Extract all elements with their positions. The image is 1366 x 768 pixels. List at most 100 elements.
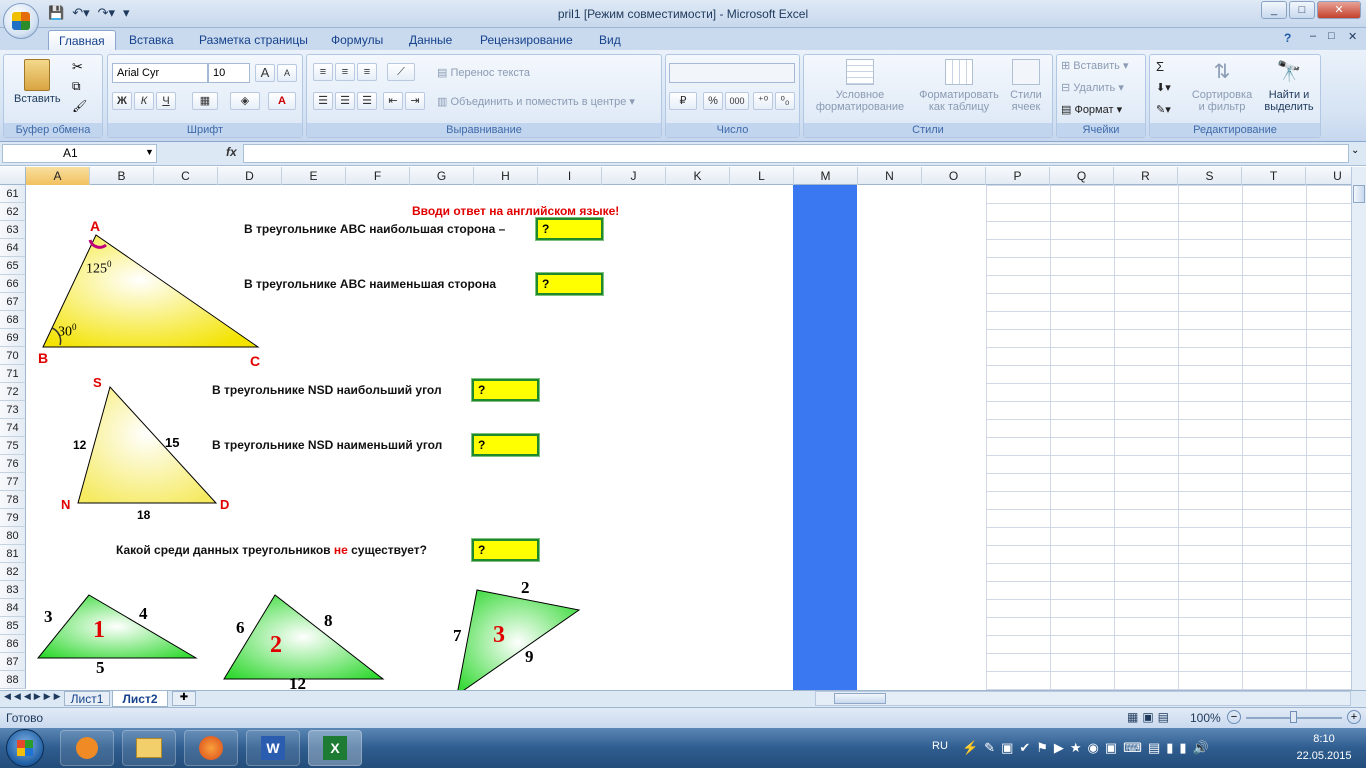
font-color-icon[interactable]: A <box>268 92 296 110</box>
align-middle-icon[interactable]: ≡ <box>335 63 355 81</box>
start-button[interactable] <box>6 729 44 767</box>
row-header-64[interactable]: 64 <box>0 239 26 257</box>
orientation-icon[interactable]: ⟋ <box>387 63 415 81</box>
row-header-84[interactable]: 84 <box>0 599 26 617</box>
grow-font-button[interactable]: A <box>255 64 275 82</box>
expand-formula-icon[interactable]: ⌄ <box>1351 145 1359 156</box>
clock-date[interactable]: 22.05.2015 <box>1288 750 1360 762</box>
column-header-i[interactable]: I <box>538 167 602 185</box>
tab-data[interactable]: Данные <box>399 30 462 50</box>
horizontal-scrollbar[interactable] <box>815 691 1351 706</box>
conditional-formatting-button[interactable]: Условное форматирование <box>808 59 912 113</box>
merge-center-button[interactable]: ▥ Объединить и поместить в центре ▾ <box>437 95 635 108</box>
view-buttons-icon[interactable]: ▦▣▤ <box>1127 710 1173 724</box>
font-size-select[interactable]: 10 <box>208 63 250 83</box>
row-header-86[interactable]: 86 <box>0 635 26 653</box>
zoom-in-icon[interactable]: + <box>1347 710 1361 724</box>
zoom-level[interactable]: 100% <box>1190 711 1221 725</box>
row-header-72[interactable]: 72 <box>0 383 26 401</box>
underline-button[interactable]: Ч <box>156 92 176 110</box>
column-header-b[interactable]: B <box>90 167 154 185</box>
row-header-70[interactable]: 70 <box>0 347 26 365</box>
taskbar-firefox[interactable] <box>184 730 238 766</box>
column-header-h[interactable]: H <box>474 167 538 185</box>
hscroll-thumb[interactable] <box>834 693 886 704</box>
formula-input[interactable] <box>243 144 1349 163</box>
tab-view[interactable]: Вид <box>589 30 631 50</box>
row-header-80[interactable]: 80 <box>0 527 26 545</box>
fill-color-icon[interactable]: ◈ <box>230 92 260 110</box>
row-header-71[interactable]: 71 <box>0 365 26 383</box>
align-left-icon[interactable]: ☰ <box>313 92 333 110</box>
insert-cells-button[interactable]: ⊞ Вставить ▾ <box>1061 59 1129 72</box>
taskbar-explorer[interactable] <box>122 730 176 766</box>
row-header-78[interactable]: 78 <box>0 491 26 509</box>
row-header-69[interactable]: 69 <box>0 329 26 347</box>
currency-icon[interactable]: ₽ <box>669 92 697 110</box>
decrease-indent-icon[interactable]: ⇤ <box>383 92 403 110</box>
maximize-button[interactable]: □ <box>1289 1 1315 19</box>
vertical-scrollbar[interactable] <box>1351 167 1366 690</box>
column-header-l[interactable]: L <box>730 167 794 185</box>
row-header-63[interactable]: 63 <box>0 221 26 239</box>
tray-icons[interactable]: ⚡✎▣✔⚑▶★◉▣⌨▤▮▮🔊 <box>962 740 1215 756</box>
taskbar-media-player[interactable] <box>60 730 114 766</box>
doc-close-button[interactable]: ✕ <box>1348 30 1357 43</box>
column-header-m[interactable]: M <box>794 167 858 185</box>
copy-icon[interactable]: ⧉ <box>72 79 81 94</box>
row-header-87[interactable]: 87 <box>0 653 26 671</box>
row-header-67[interactable]: 67 <box>0 293 26 311</box>
paste-button[interactable]: Вставить <box>14 57 61 105</box>
row-header-73[interactable]: 73 <box>0 401 26 419</box>
tab-insert[interactable]: Вставка <box>119 30 184 50</box>
insert-sheet-icon[interactable]: ✚ <box>172 691 196 706</box>
name-box[interactable]: A1 <box>2 144 157 163</box>
column-header-f[interactable]: F <box>346 167 410 185</box>
column-header-r[interactable]: R <box>1114 167 1178 185</box>
delete-cells-button[interactable]: ⊟ Удалить ▾ <box>1061 81 1124 94</box>
office-button[interactable] <box>3 3 39 39</box>
close-button[interactable]: ✕ <box>1317 1 1361 19</box>
thousands-button[interactable]: 000 <box>725 92 749 110</box>
column-header-p[interactable]: P <box>986 167 1050 185</box>
tab-review[interactable]: Рецензирование <box>470 30 583 50</box>
row-header-75[interactable]: 75 <box>0 437 26 455</box>
row-header-61[interactable]: 61 <box>0 185 26 203</box>
row-header-68[interactable]: 68 <box>0 311 26 329</box>
align-right-icon[interactable]: ☰ <box>357 92 377 110</box>
format-as-table-button[interactable]: Форматировать как таблицу <box>914 59 1004 113</box>
format-cells-button[interactable]: ▤ Формат ▾ <box>1061 103 1122 116</box>
column-header-e[interactable]: E <box>282 167 346 185</box>
vscroll-thumb[interactable] <box>1353 185 1365 203</box>
minimize-button[interactable]: _ <box>1261 1 1287 19</box>
sheet-tab-2[interactable]: Лист2 <box>112 690 168 707</box>
tab-home[interactable]: Главная <box>48 30 116 50</box>
clear-icon[interactable]: ✎▾ <box>1156 103 1171 116</box>
column-header-o[interactable]: O <box>922 167 986 185</box>
zoom-out-icon[interactable]: − <box>1227 710 1241 724</box>
row-header-77[interactable]: 77 <box>0 473 26 491</box>
row-header-65[interactable]: 65 <box>0 257 26 275</box>
sheet-tab-1[interactable]: Лист1 <box>64 691 110 706</box>
column-header-j[interactable]: J <box>602 167 666 185</box>
doc-minimize-button[interactable]: – <box>1310 30 1316 42</box>
name-box-dropdown-icon[interactable]: ▼ <box>145 147 154 157</box>
align-top-icon[interactable]: ≡ <box>313 63 333 81</box>
percent-button[interactable]: % <box>703 92 723 110</box>
tab-formulas[interactable]: Формулы <box>321 30 393 50</box>
cell-styles-button[interactable]: Стили ячеек <box>1004 59 1048 113</box>
format-painter-icon[interactable]: 🖌 <box>72 99 87 113</box>
row-header-85[interactable]: 85 <box>0 617 26 635</box>
function-button[interactable]: fx <box>226 145 237 159</box>
column-header-g[interactable]: G <box>410 167 474 185</box>
align-center-icon[interactable]: ☰ <box>335 92 355 110</box>
find-select-button[interactable]: 🔭 Найти и выделить <box>1258 59 1320 113</box>
italic-button[interactable]: К <box>134 92 154 110</box>
column-header-q[interactable]: Q <box>1050 167 1114 185</box>
row-header-82[interactable]: 82 <box>0 563 26 581</box>
align-bottom-icon[interactable]: ≡ <box>357 63 377 81</box>
column-header-a[interactable]: A <box>26 167 90 185</box>
column-header-s[interactable]: S <box>1178 167 1242 185</box>
number-format-select[interactable] <box>669 63 795 83</box>
doc-restore-button[interactable]: □ <box>1328 30 1335 42</box>
